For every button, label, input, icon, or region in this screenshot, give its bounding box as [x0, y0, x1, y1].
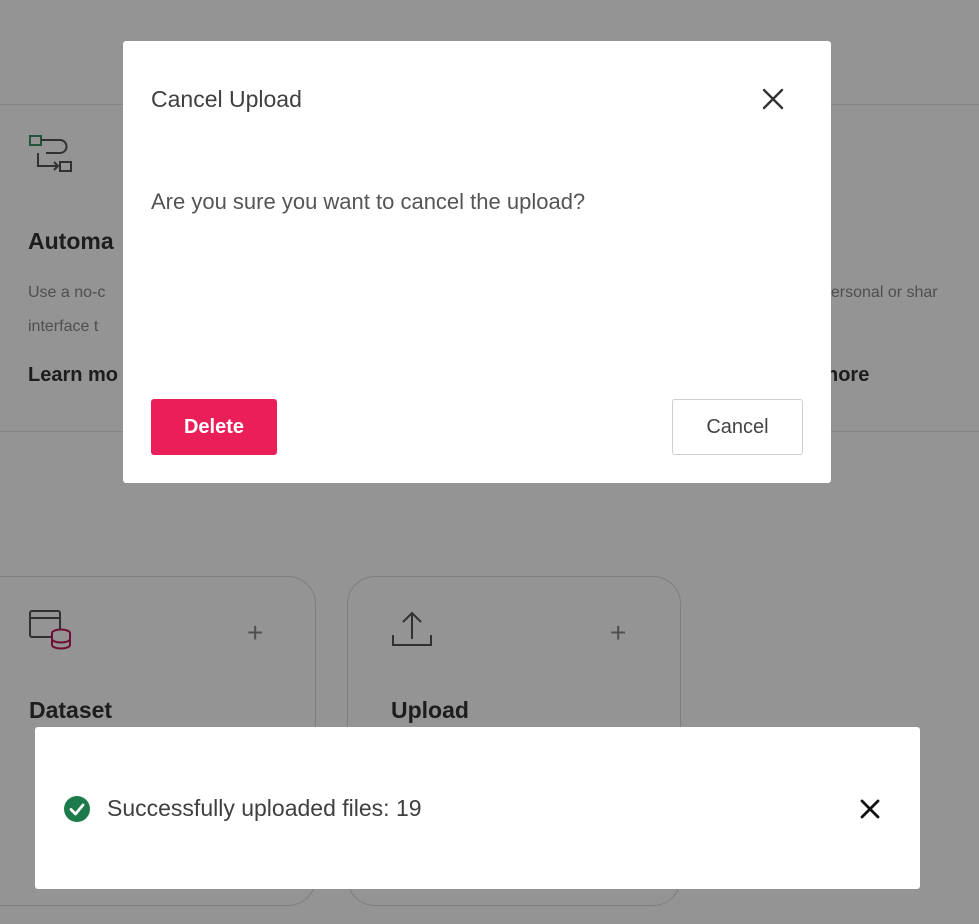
cancel-upload-dialog: Cancel Upload Are you sure you want to c…: [123, 41, 831, 483]
dialog-message: Are you sure you want to cancel the uplo…: [151, 189, 586, 214]
cancel-button[interactable]: Cancel: [672, 399, 803, 455]
close-icon[interactable]: [856, 795, 884, 823]
close-icon[interactable]: [759, 85, 787, 113]
check-circle-icon: [64, 796, 90, 822]
toast-message: Successfully uploaded files: 19: [107, 795, 422, 821]
success-toast: Successfully uploaded files: 19: [35, 727, 920, 889]
delete-button[interactable]: Delete: [151, 399, 277, 455]
dialog-title: Cancel Upload: [151, 86, 302, 112]
